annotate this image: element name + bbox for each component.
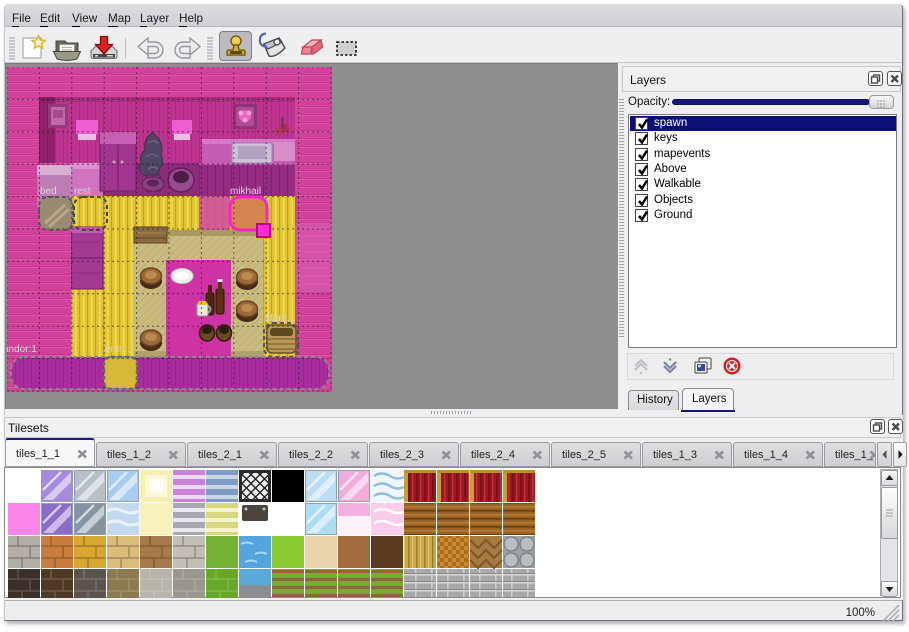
svg-text:andor:1: andor:1 bbox=[7, 344, 37, 355]
svg-text:mikhail: mikhail bbox=[230, 186, 261, 197]
svg-text:bed: bed bbox=[40, 186, 57, 197]
svg-text:entr...: entr... bbox=[105, 344, 130, 355]
svg-text:rest: rest bbox=[74, 186, 91, 197]
svg-text:start!...: start!... bbox=[265, 313, 296, 324]
